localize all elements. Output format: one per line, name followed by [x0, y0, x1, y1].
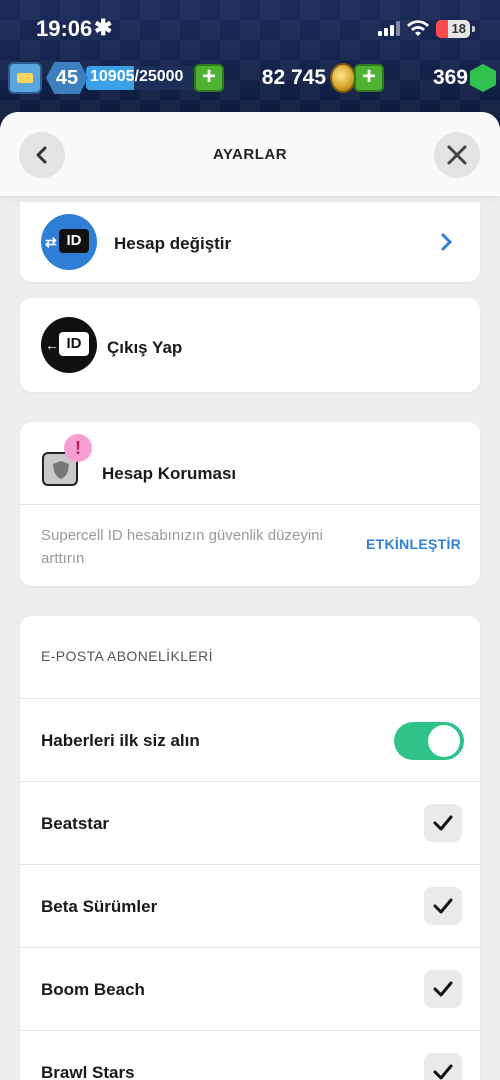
gold-amount: 82 745: [261, 66, 326, 89]
list-item: Boom Beach: [20, 947, 480, 1030]
account-protection-card: ! Hesap Koruması Supercell ID hesabınızı…: [20, 422, 480, 586]
xp-bar: 10905/25000: [86, 66, 196, 90]
account-protection-title: Hesap Koruması: [102, 464, 237, 483]
checkmark-icon: [433, 815, 453, 831]
status-time: 19:06: [36, 16, 93, 41]
list-item: Beta Sürümler: [20, 864, 480, 947]
page-title: AYARLAR: [212, 146, 288, 163]
battery-icon: 18: [436, 20, 470, 38]
close-button[interactable]: [434, 132, 480, 178]
checkmark-icon: [433, 1064, 453, 1080]
logout-label: Çıkış Yap: [107, 338, 183, 357]
checkmark-icon: [433, 898, 453, 914]
gem-amount: 369: [432, 66, 468, 89]
game-hud-background: 19:06 ✱ 18 10905/25000 45 + 82 745 + 369: [0, 0, 500, 120]
gold-coin-icon: [330, 63, 356, 93]
close-icon: [447, 145, 467, 165]
email-subscriptions-card: E-POSTA ABONELİKLERİ Haberleri ilk siz a…: [20, 616, 480, 1080]
beatstar-checkbox[interactable]: [424, 804, 462, 842]
status-bar: 19:06 ✱ 18: [0, 14, 500, 44]
logout-row[interactable]: ← ID Çıkış Yap: [20, 298, 480, 392]
crown-icon: [8, 62, 42, 94]
gem-icon: [470, 64, 496, 92]
boom-beach-checkbox[interactable]: [424, 970, 462, 1008]
list-item: Beatstar: [20, 781, 480, 864]
news-first-toggle[interactable]: [394, 722, 464, 760]
settings-sheet: AYARLAR ⇄ ID Hesap değiştir ← ID Çıkış Y…: [0, 112, 500, 1080]
list-item: Haberleri ilk siz alın: [20, 698, 480, 781]
level-badge: 45: [46, 62, 88, 94]
cellular-signal-icon: [378, 20, 402, 36]
chevron-right-icon: [441, 233, 452, 251]
switch-arrows-icon: ⇄: [45, 234, 57, 250]
checkmark-icon: [433, 981, 453, 997]
toggle-knob: [428, 725, 460, 757]
list-item: Brawl Stars: [20, 1030, 480, 1080]
list-item-label: Brawl Stars: [41, 1063, 135, 1080]
logout-arrow-icon: ←: [45, 337, 59, 353]
wifi-icon: [407, 20, 429, 36]
switch-account-label: Hesap değiştir: [114, 234, 232, 253]
id-badge: ID: [59, 332, 89, 356]
sheet-header: AYARLAR: [0, 112, 500, 196]
beta-releases-checkbox[interactable]: [424, 887, 462, 925]
divider: [20, 504, 480, 505]
account-protection-description: Supercell ID hesabınızın güvenlik düzeyi…: [41, 527, 323, 567]
id-badge: ID: [59, 229, 89, 253]
supercell-id-switch-icon: ⇄ ID: [41, 214, 97, 270]
list-item-label: Beta Sürümler: [41, 897, 158, 916]
alert-badge: !: [64, 434, 92, 462]
battery-tip: [472, 26, 475, 32]
battery-level: 18: [451, 21, 466, 36]
section-title: E-POSTA ABONELİKLERİ: [41, 648, 213, 664]
list-item-label: Beatstar: [41, 814, 110, 833]
game-hud: 10905/25000 45 + 82 745 + 369: [8, 62, 496, 96]
brawl-stars-checkbox[interactable]: [424, 1053, 462, 1080]
activate-protection-button[interactable]: ETKİNLEŞTİR: [366, 536, 461, 552]
status-time-suffix: ✱: [94, 15, 113, 40]
logout-icon: ← ID: [41, 317, 97, 373]
list-item-label: Haberleri ilk siz alın: [41, 731, 200, 750]
list-item-label: Boom Beach: [41, 980, 145, 999]
add-gold-button[interactable]: +: [194, 64, 224, 92]
add-gems-button[interactable]: +: [354, 64, 384, 92]
xp-text: 10905/25000: [90, 68, 184, 85]
switch-account-row[interactable]: ⇄ ID Hesap değiştir: [20, 202, 480, 282]
